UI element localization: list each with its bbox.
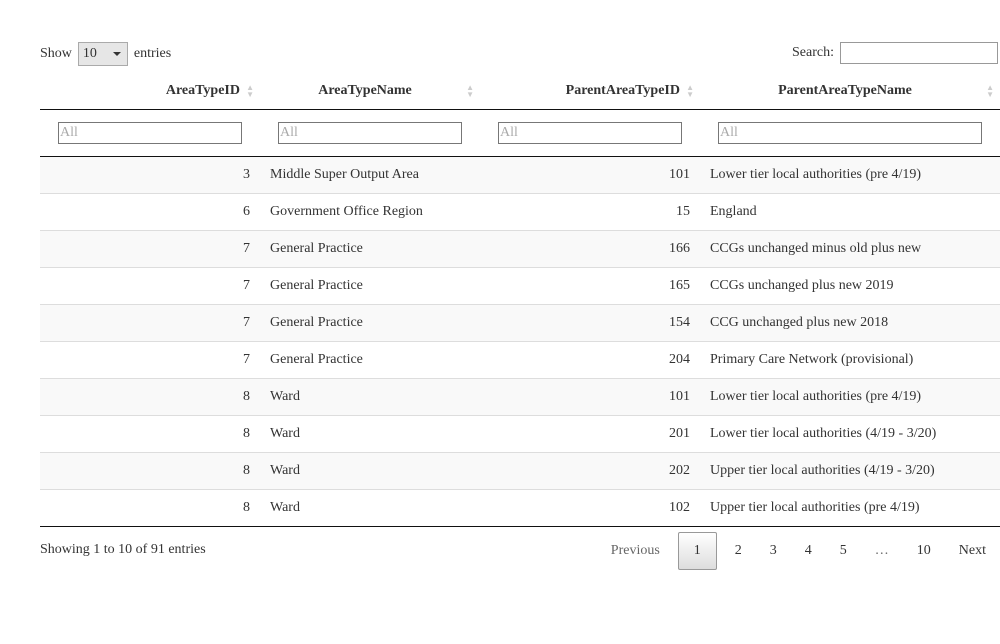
page-button-2[interactable]: 2 bbox=[721, 533, 756, 569]
cell-areatypename: General Practice bbox=[260, 230, 480, 268]
table-controls: Show 10 entries Search: bbox=[40, 42, 1000, 68]
sort-icon: ▲ ▼ bbox=[686, 83, 694, 99]
cell-areatypeid: 8 bbox=[40, 415, 260, 453]
cell-parentareatypeid: 101 bbox=[480, 156, 700, 194]
table-row: 8 Ward 201 Lower tier local authorities (4/… bbox=[40, 415, 1000, 453]
table-row: 7 General Practice 166 CCGs unchanged minus… bbox=[40, 230, 1000, 268]
cell-parentareatypeid: 201 bbox=[480, 415, 700, 453]
cell-parentareatypeid: 102 bbox=[480, 489, 700, 527]
cell-areatypeid: 7 bbox=[40, 341, 260, 379]
cell-parentareatypename: CCG unchanged plus new 2018 bbox=[700, 304, 1000, 342]
cell-parentareatypename: Upper tier local authorities (4/19 - 3/2… bbox=[700, 452, 1000, 490]
page-button-4[interactable]: 4 bbox=[791, 533, 826, 569]
cell-areatypename: Ward bbox=[260, 452, 480, 490]
cell-areatypeid: 8 bbox=[40, 378, 260, 416]
cell-parentareatypeid: 202 bbox=[480, 452, 700, 490]
cell-parentareatypeid: 15 bbox=[480, 193, 700, 231]
sort-icon: ▲ ▼ bbox=[466, 83, 474, 99]
cell-parentareatypename: Upper tier local authorities (pre 4/19) bbox=[700, 489, 1000, 527]
cell-areatypename: Ward bbox=[260, 415, 480, 453]
search-input[interactable] bbox=[840, 42, 998, 64]
pagination: Previous 1 2 3 4 5 … 10 Next bbox=[597, 532, 1000, 570]
page-button-3[interactable]: 3 bbox=[756, 533, 791, 569]
cell-areatypeid: 8 bbox=[40, 489, 260, 527]
entries-label: entries bbox=[133, 46, 172, 61]
search-label: Search: bbox=[792, 45, 834, 60]
sort-icon: ▲ ▼ bbox=[986, 83, 994, 99]
header-parentareatypeid[interactable]: ParentAreaTypeID ▲ ▼ bbox=[480, 73, 700, 110]
cell-parentareatypeid: 165 bbox=[480, 267, 700, 305]
table-row: 8 Ward 102 Upper tier local authorities (pr… bbox=[40, 489, 1000, 527]
cell-parentareatypeid: 204 bbox=[480, 341, 700, 379]
page-button-1[interactable]: 1 bbox=[677, 532, 717, 570]
cell-parentareatypename: Primary Care Network (provisional) bbox=[700, 341, 1000, 379]
table-row: 6 Government Office Region 15 England bbox=[40, 193, 1000, 231]
cell-parentareatypename: Lower tier local authorities (4/19 - 3/2… bbox=[700, 415, 1000, 453]
cell-areatypename: General Practice bbox=[260, 267, 480, 305]
cell-parentareatypeid: 154 bbox=[480, 304, 700, 342]
previous-button[interactable]: Previous bbox=[597, 533, 674, 569]
table-info: Showing 1 to 10 of 91 entries bbox=[40, 542, 206, 557]
filter-parentareatypeid[interactable] bbox=[498, 122, 682, 144]
table-row: 8 Ward 202 Upper tier local authorities (4/… bbox=[40, 452, 1000, 490]
page-button-10[interactable]: 10 bbox=[903, 533, 945, 569]
header-areatypeid[interactable]: AreaTypeID ▲ ▼ bbox=[40, 73, 260, 110]
cell-parentareatypeid: 166 bbox=[480, 230, 700, 268]
data-table: AreaTypeID ▲ ▼ AreaTypeName ▲ ▼ ParentAreaTy… bbox=[40, 73, 1000, 527]
header-parentareatypename[interactable]: ParentAreaTypeName ▲ ▼ bbox=[700, 73, 1000, 110]
cell-parentareatypename: England bbox=[700, 193, 1000, 231]
cell-parentareatypename: Lower tier local authorities (pre 4/19) bbox=[700, 156, 1000, 194]
cell-areatypeid: 6 bbox=[40, 193, 260, 231]
search-control: Search: bbox=[792, 42, 998, 64]
cell-areatypename: General Practice bbox=[260, 341, 480, 379]
cell-areatypename: Government Office Region bbox=[260, 193, 480, 231]
cell-areatypeid: 3 bbox=[40, 156, 260, 194]
cell-areatypeid: 7 bbox=[40, 230, 260, 268]
cell-areatypename: Ward bbox=[260, 378, 480, 416]
cell-areatypename: Middle Super Output Area bbox=[260, 156, 480, 194]
chevron-down-icon bbox=[112, 52, 121, 56]
table-row: 7 General Practice 165 CCGs unchanged plus … bbox=[40, 267, 1000, 305]
header-row: AreaTypeID ▲ ▼ AreaTypeName ▲ ▼ ParentAreaTy… bbox=[40, 73, 1000, 110]
cell-areatypename: Ward bbox=[260, 489, 480, 527]
cell-parentareatypename: CCGs unchanged minus old plus new bbox=[700, 230, 1000, 268]
pagination-ellipsis: … bbox=[874, 543, 889, 558]
filter-row bbox=[40, 109, 1000, 157]
table-row: 8 Ward 101 Lower tier local authorities (pr… bbox=[40, 378, 1000, 416]
entries-value: 10 bbox=[82, 46, 97, 61]
cell-areatypename: General Practice bbox=[260, 304, 480, 342]
table-row: 3 Middle Super Output Area 101 Lower tier l… bbox=[40, 156, 1000, 194]
filter-areatypeid[interactable] bbox=[58, 122, 242, 144]
filter-areatypename[interactable] bbox=[278, 122, 462, 144]
cell-parentareatypename: CCGs unchanged plus new 2019 bbox=[700, 267, 1000, 305]
length-control: Show 10 entries bbox=[40, 42, 171, 66]
sort-icon: ▲ ▼ bbox=[246, 83, 254, 99]
header-areatypename[interactable]: AreaTypeName ▲ ▼ bbox=[260, 73, 480, 110]
cell-areatypeid: 7 bbox=[40, 267, 260, 305]
next-button[interactable]: Next bbox=[945, 533, 1000, 569]
table-row: 7 General Practice 204 Primary Care Network… bbox=[40, 341, 1000, 379]
cell-parentareatypename: Lower tier local authorities (pre 4/19) bbox=[700, 378, 1000, 416]
cell-areatypeid: 8 bbox=[40, 452, 260, 490]
filter-parentareatypename[interactable] bbox=[718, 122, 982, 144]
table-row: 7 General Practice 154 CCG unchanged plus n… bbox=[40, 304, 1000, 342]
cell-parentareatypeid: 101 bbox=[480, 378, 700, 416]
show-label: Show bbox=[40, 46, 72, 61]
entries-select[interactable]: 10 bbox=[77, 42, 128, 66]
page-button-5[interactable]: 5 bbox=[826, 533, 861, 569]
cell-areatypeid: 7 bbox=[40, 304, 260, 342]
